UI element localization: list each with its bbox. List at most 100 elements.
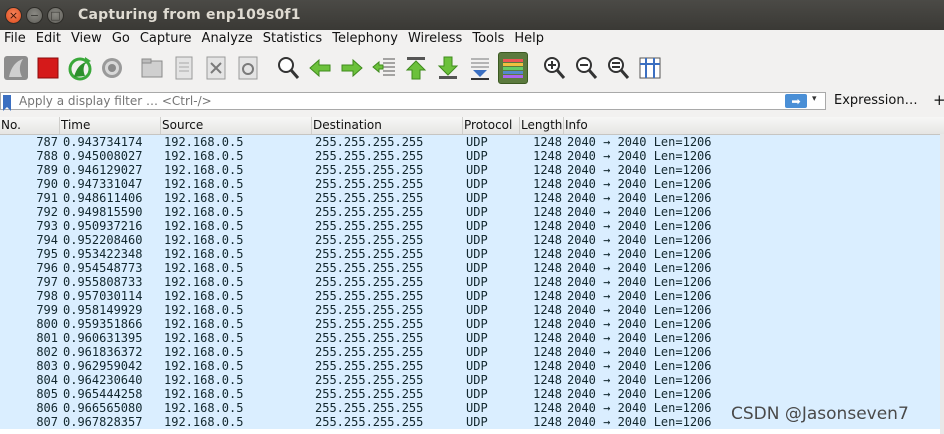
table-row[interactable]: 791 0.948611406 192.168.0.5 255.255.255.255…	[0, 191, 940, 205]
packet-no: 794	[36, 233, 58, 247]
zoom-in-button[interactable]	[540, 53, 568, 83]
packet-source: 192.168.0.5	[164, 359, 244, 373]
expression-button[interactable]: Expression…	[834, 93, 918, 108]
table-row[interactable]: 787 0.943734174 192.168.0.5 255.255.255.255…	[0, 135, 940, 149]
open-file-button[interactable]	[138, 53, 166, 83]
table-row[interactable]: 802 0.961836372 192.168.0.5 255.255.255.255…	[0, 345, 940, 359]
packet-info: 2040 → 2040 Len=1206	[567, 275, 712, 289]
close-file-icon	[206, 56, 226, 80]
table-row[interactable]: 793 0.950937216 192.168.0.5 255.255.255.255…	[0, 219, 940, 233]
table-row[interactable]: 795 0.953422348 192.168.0.5 255.255.255.255…	[0, 247, 940, 261]
menu-edit[interactable]: Edit	[31, 31, 66, 46]
table-row[interactable]: 789 0.946129027 192.168.0.5 255.255.255.255…	[0, 163, 940, 177]
packet-length: 1248	[533, 205, 562, 219]
apply-filter-arrow-icon[interactable]: ➡	[785, 94, 807, 108]
packet-no: 802	[36, 345, 58, 359]
packet-length: 1248	[533, 275, 562, 289]
packet-info: 2040 → 2040 Len=1206	[567, 303, 712, 317]
table-row[interactable]: 799 0.958149929 192.168.0.5 255.255.255.255…	[0, 303, 940, 317]
packet-protocol: UDP	[466, 401, 488, 415]
go-to-packet-icon	[372, 58, 395, 76]
watermark-text: CSDN @Jasonseven7	[731, 404, 909, 424]
table-row[interactable]: 803 0.962959042 192.168.0.5 255.255.255.255…	[0, 359, 940, 373]
packet-time: 0.950937216	[63, 219, 143, 233]
packet-destination: 255.255.255.255	[315, 191, 424, 205]
restart-capture-button[interactable]	[66, 53, 94, 83]
table-row[interactable]: 792 0.949815590 192.168.0.5 255.255.255.255…	[0, 205, 940, 219]
go-last-button[interactable]	[434, 53, 462, 83]
menu-view[interactable]: View	[66, 31, 107, 46]
zoom-out-button[interactable]	[572, 53, 600, 83]
zoom-normal-button[interactable]	[604, 53, 632, 83]
filter-bookmark-icon[interactable]	[3, 95, 11, 111]
menu-file[interactable]: File	[0, 31, 31, 46]
go-back-icon	[309, 58, 331, 78]
column-header-destination[interactable]: Destination	[312, 117, 463, 134]
display-filter-input[interactable]	[19, 93, 779, 109]
go-forward-icon	[341, 58, 363, 78]
packet-list[interactable]: No. Time Source Destination Protocol Len…	[0, 117, 944, 434]
table-row[interactable]: 804 0.964230640 192.168.0.5 255.255.255.255…	[0, 373, 940, 387]
resize-columns-button[interactable]	[636, 53, 664, 83]
add-filter-button[interactable]: +	[933, 91, 944, 109]
column-header-info[interactable]: Info	[564, 117, 944, 134]
column-header-length[interactable]: Length	[520, 117, 564, 134]
filter-history-dropdown-icon[interactable]: ▾	[812, 94, 817, 104]
display-filter-bar: ➡ ▾ Expression… +	[0, 91, 944, 111]
menu-help[interactable]: Help	[509, 31, 549, 46]
packet-protocol: UDP	[466, 149, 488, 163]
close-file-button[interactable]	[202, 53, 230, 83]
table-row[interactable]: 798 0.957030114 192.168.0.5 255.255.255.255…	[0, 289, 940, 303]
menu-analyze[interactable]: Analyze	[197, 31, 258, 46]
capture-options-button[interactable]	[98, 53, 126, 83]
close-window-button[interactable]: ×	[5, 6, 22, 24]
autoscroll-button[interactable]	[466, 53, 494, 83]
save-file-button[interactable]	[170, 53, 198, 83]
packet-source: 192.168.0.5	[164, 261, 244, 275]
packet-source: 192.168.0.5	[164, 219, 244, 233]
column-header-source[interactable]: Source	[161, 117, 312, 134]
table-row[interactable]: 794 0.952208460 192.168.0.5 255.255.255.255…	[0, 233, 940, 247]
packet-time: 0.949815590	[63, 205, 143, 219]
packet-source: 192.168.0.5	[164, 163, 244, 177]
column-header-protocol[interactable]: Protocol	[463, 117, 520, 134]
menu-go[interactable]: Go	[107, 31, 135, 46]
maximize-window-button[interactable]: □	[47, 6, 64, 24]
table-row[interactable]: 796 0.954548773 192.168.0.5 255.255.255.255…	[0, 261, 940, 275]
menu-tools[interactable]: Tools	[467, 31, 509, 46]
table-row[interactable]: 788 0.945008027 192.168.0.5 255.255.255.255…	[0, 149, 940, 163]
menu-capture[interactable]: Capture	[135, 31, 197, 46]
packet-time: 0.957030114	[63, 289, 143, 303]
capture-options-gear-icon	[102, 58, 122, 78]
reload-file-button[interactable]	[234, 53, 262, 83]
go-forward-button[interactable]	[338, 53, 366, 83]
packet-no: 795	[36, 247, 58, 261]
table-row[interactable]: 790 0.947331047 192.168.0.5 255.255.255.255…	[0, 177, 940, 191]
packet-info: 2040 → 2040 Len=1206	[567, 233, 712, 247]
menu-statistics[interactable]: Statistics	[258, 31, 327, 46]
packet-info: 2040 → 2040 Len=1206	[567, 387, 712, 401]
packet-source: 192.168.0.5	[164, 177, 244, 191]
table-row[interactable]: 805 0.965444258 192.168.0.5 255.255.255.255…	[0, 387, 940, 401]
packet-list-scrollbar[interactable]	[940, 134, 944, 434]
colorize-button[interactable]	[498, 52, 528, 84]
find-packet-button[interactable]	[274, 53, 302, 83]
go-first-button[interactable]	[402, 53, 430, 83]
menu-telephony[interactable]: Telephony	[327, 31, 403, 46]
packet-source: 192.168.0.5	[164, 205, 244, 219]
minimize-window-button[interactable]: −	[26, 6, 43, 24]
table-row[interactable]: 801 0.960631395 192.168.0.5 255.255.255.255…	[0, 331, 940, 345]
menu-wireless[interactable]: Wireless	[403, 31, 467, 46]
go-back-button[interactable]	[306, 53, 334, 83]
column-header-time[interactable]: Time	[60, 117, 161, 134]
packet-no: 787	[36, 135, 58, 149]
packet-source: 192.168.0.5	[164, 415, 244, 429]
start-capture-button[interactable]	[2, 53, 30, 83]
menu-bar: File Edit View Go Capture Analyze Statis…	[0, 30, 944, 47]
table-row[interactable]: 800 0.959351866 192.168.0.5 255.255.255.255…	[0, 317, 940, 331]
go-to-packet-button[interactable]	[370, 53, 398, 83]
column-header-no[interactable]: No.	[0, 117, 60, 134]
stop-capture-button[interactable]	[34, 53, 62, 83]
packet-length: 1248	[533, 149, 562, 163]
table-row[interactable]: 797 0.955808733 192.168.0.5 255.255.255.255…	[0, 275, 940, 289]
